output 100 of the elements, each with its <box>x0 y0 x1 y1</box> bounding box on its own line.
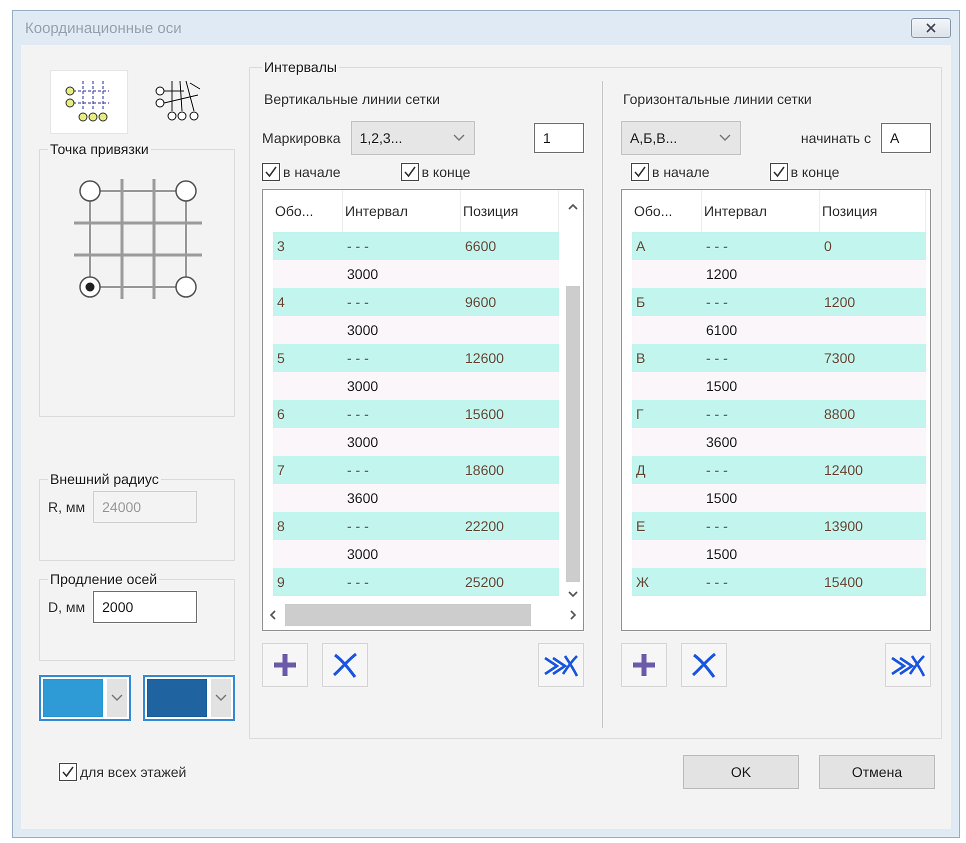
table-cell-text: 15600 <box>464 405 505 424</box>
axis-row[interactable]: В - - - 7300 <box>632 344 926 372</box>
dialog-button[interactable]: OK <box>683 755 799 789</box>
anchor-radio[interactable] <box>175 276 197 298</box>
close-button[interactable] <box>911 18 951 38</box>
table-cell-text: 3000 <box>346 265 380 284</box>
table-cell-text: - - - <box>346 237 370 256</box>
checkbox[interactable] <box>262 163 280 181</box>
interval-row[interactable]: 6100 <box>632 316 926 344</box>
axis-row[interactable]: 4 - - - 9600 <box>273 288 559 316</box>
table-cell-text: 1500 <box>705 377 738 396</box>
start-label: начинать с <box>800 130 871 146</box>
axis-row[interactable]: 9 - - - 25200 <box>273 568 559 596</box>
section-title: Вертикальные линии сетки <box>263 90 441 109</box>
color-picker[interactable] <box>39 675 131 721</box>
interval-row[interactable]: 1500 <box>632 484 926 512</box>
table-cell-text: 0 <box>823 237 833 256</box>
caret-icon <box>110 693 124 703</box>
add-button[interactable] <box>262 643 308 687</box>
anchor-radio[interactable] <box>79 276 101 298</box>
table-cell-text: - - - <box>705 349 729 368</box>
group-title: Продление осей <box>49 571 158 587</box>
axis-row[interactable]: Д - - - 12400 <box>632 456 926 484</box>
multi-cross-icon <box>890 652 926 678</box>
table-cell-text: 1500 <box>705 545 738 564</box>
cross-icon <box>690 651 718 679</box>
checkbox-label: в конце <box>790 164 840 180</box>
delete-button[interactable] <box>681 643 727 687</box>
caret-icon <box>214 693 228 703</box>
delete-button[interactable] <box>322 643 368 687</box>
grid-style-option[interactable] <box>51 71 127 133</box>
table-cell-text: - - - <box>346 573 370 592</box>
checkbox-label: в начале <box>652 164 710 180</box>
group-title: Точка привязки <box>49 141 150 157</box>
table-cell-text: 22200 <box>464 517 505 536</box>
axis-row[interactable]: 8 - - - 22200 <box>273 512 559 540</box>
table-cell-text: - - - <box>705 517 729 536</box>
interval-row[interactable]: 3000 <box>273 540 559 568</box>
table-cell-text: 1500 <box>705 489 738 508</box>
axis-row[interactable]: 3 - - - 6600 <box>273 232 559 260</box>
marking-label: Маркировка <box>262 130 341 146</box>
axis-row[interactable]: 7 - - - 18600 <box>273 456 559 484</box>
start-field[interactable]: 1 <box>534 123 584 153</box>
checkbox[interactable] <box>631 163 649 181</box>
axis-row[interactable]: 5 - - - 12600 <box>273 344 559 372</box>
close-icon <box>926 23 936 33</box>
checkbox[interactable] <box>400 163 419 181</box>
axis-row[interactable]: Г - - - 8800 <box>632 400 926 428</box>
table-cell-text: 8 <box>276 517 286 536</box>
axis-row[interactable]: Ж - - - 15400 <box>632 568 926 596</box>
section-title: Горизонтальные линии сетки <box>622 90 813 109</box>
group-title: Внешний радиус <box>49 471 160 487</box>
table-cell-text: 1200 <box>823 293 856 312</box>
extension-field[interactable]: 2000 <box>93 591 198 623</box>
marking-dropdown[interactable]: А,Б,В... <box>621 121 741 155</box>
axis-row[interactable]: А - - - 0 <box>632 232 926 260</box>
table-cell-text: Ж <box>635 573 650 592</box>
table-cell-text: 3 <box>276 237 286 256</box>
table-cell-text: Г <box>635 405 645 424</box>
marking-dropdown[interactable]: 1,2,3... <box>350 121 475 155</box>
start-field[interactable]: А <box>881 123 931 153</box>
table-cell-text: 3000 <box>346 321 380 340</box>
dialog-button[interactable]: Отмена <box>819 755 935 789</box>
table-cell-text: - - - <box>705 405 729 424</box>
delete-all-button[interactable] <box>538 643 584 687</box>
table-cell-text: 3600 <box>705 433 738 452</box>
interval-row[interactable]: 3600 <box>273 484 559 512</box>
caret-icon <box>452 133 466 143</box>
checkbox-label: для всех этажей <box>80 764 186 780</box>
anchor-radio[interactable] <box>79 180 101 202</box>
table-cell-text: В <box>635 349 646 368</box>
plus-icon <box>272 652 298 678</box>
interval-row[interactable]: 3000 <box>273 372 559 400</box>
table-cell-text: 4 <box>276 293 286 312</box>
table-cell-text: 8800 <box>823 405 856 424</box>
interval-row[interactable]: 3000 <box>273 316 559 344</box>
interval-row[interactable]: 1200 <box>632 260 926 288</box>
color-picker[interactable] <box>143 675 235 721</box>
table-cell-text: 12600 <box>464 349 505 368</box>
interval-row[interactable]: 1500 <box>632 540 926 568</box>
axis-row[interactable]: 6 - - - 15600 <box>273 400 559 428</box>
checkbox[interactable] <box>770 163 788 181</box>
axis-row[interactable]: Е - - - 13900 <box>632 512 926 540</box>
table-cell-text: Е <box>635 517 646 536</box>
interval-row[interactable]: 3600 <box>632 428 926 456</box>
table-cell-text: 9 <box>276 573 286 592</box>
table-cell-text: - - - <box>346 517 370 536</box>
table-cell-text: А <box>635 237 646 256</box>
table-cell-text: - - - <box>705 573 729 592</box>
interval-row[interactable]: 1500 <box>632 372 926 400</box>
table-cell-text: 9600 <box>464 293 498 312</box>
interval-row[interactable]: 3000 <box>273 260 559 288</box>
axis-row[interactable]: Б - - - 1200 <box>632 288 926 316</box>
add-button[interactable] <box>621 643 667 687</box>
checkbox[interactable] <box>59 763 77 781</box>
anchor-radio[interactable] <box>175 180 197 202</box>
interval-row[interactable]: 3000 <box>273 428 559 456</box>
table-cell-text: 18600 <box>464 461 505 480</box>
field-label: D, мм <box>48 599 86 615</box>
delete-all-button[interactable] <box>885 643 931 687</box>
